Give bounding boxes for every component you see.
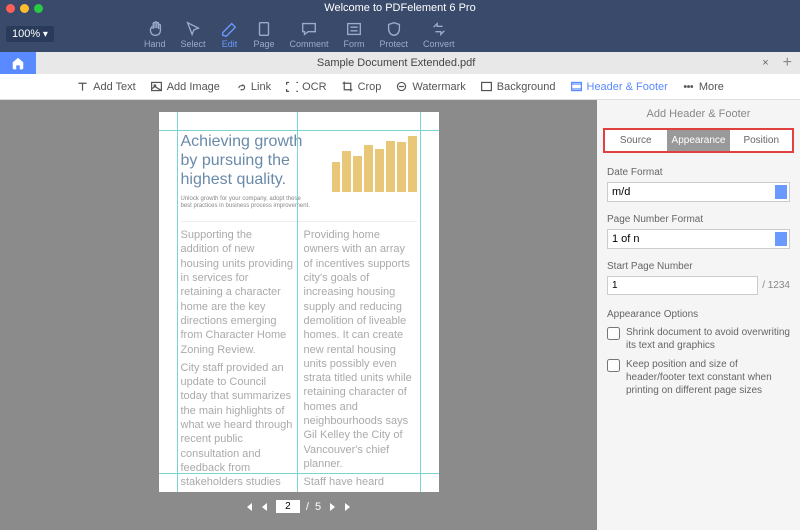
first-page-icon[interactable] (244, 502, 254, 512)
chart-bar (353, 156, 362, 192)
zoom-selector[interactable]: 100% ▾ (6, 26, 54, 42)
page-total: 5 (315, 501, 321, 513)
page-button[interactable]: Page (253, 20, 274, 49)
ocr-button[interactable]: OCR (285, 80, 326, 93)
tab-source[interactable]: Source (605, 130, 667, 151)
watermark-button[interactable]: Watermark (395, 80, 465, 93)
date-format-label: Date Format (607, 167, 790, 178)
chart-bar (386, 141, 395, 192)
chart-bar (397, 142, 406, 192)
next-page-icon[interactable] (327, 502, 337, 512)
home-button[interactable] (0, 52, 36, 74)
window-controls (6, 4, 43, 13)
guide-line (159, 473, 439, 474)
crop-button[interactable]: Crop (341, 80, 382, 93)
edit-button[interactable]: Edit (220, 20, 238, 49)
shrink-option[interactable]: Shrink document to avoid overwriting its… (607, 326, 790, 352)
select-button[interactable]: Select (180, 20, 205, 49)
document-canvas[interactable]: Achieving growth by pursuing the highest… (0, 100, 597, 530)
protect-button[interactable]: Protect (380, 20, 409, 49)
addtext-button[interactable]: Add Text (76, 80, 136, 93)
panel-title: Add Header & Footer (597, 100, 800, 128)
doc-heading: Achieving growth by pursuing the highest… (181, 132, 311, 190)
start-page-label: Start Page Number (607, 261, 790, 272)
link-button[interactable]: Link (234, 80, 271, 93)
keep-position-option[interactable]: Keep position and size of header/footer … (607, 358, 790, 397)
guide-line (420, 112, 421, 492)
tab-position[interactable]: Position (730, 130, 792, 151)
chart-bar (364, 145, 373, 192)
header-footer-panel: Add Header & Footer Source Appearance Po… (597, 100, 800, 530)
edit-sub-toolbar: Add Text Add Image Link OCR Crop Watermark Bac… (0, 74, 800, 100)
start-page-input[interactable] (607, 276, 758, 295)
guide-line (297, 112, 298, 492)
page-navigator: / 5 (244, 500, 353, 513)
tab-close-icon[interactable]: × (756, 57, 774, 69)
bar-chart (332, 132, 417, 192)
tab-title[interactable]: Sample Document Extended.pdf (36, 57, 756, 69)
pdf-page: Achieving growth by pursuing the highest… (159, 112, 439, 492)
pagenum-format-select[interactable]: 1 of n (607, 229, 790, 249)
chart-bar (408, 136, 417, 192)
guide-line (177, 112, 178, 492)
hand-button[interactable]: Hand (144, 20, 166, 49)
headerfooter-button[interactable]: Header & Footer (570, 80, 668, 93)
close-icon[interactable] (6, 4, 15, 13)
last-page-icon[interactable] (343, 502, 353, 512)
appearance-options-label: Appearance Options (607, 309, 790, 320)
shrink-checkbox[interactable] (607, 327, 620, 340)
window-title: Welcome to PDFelement 6 Pro (324, 2, 475, 14)
start-page-hint: / 1234 (762, 280, 790, 291)
tab-add-icon[interactable]: + (775, 54, 800, 72)
chart-bar (332, 162, 341, 192)
keep-position-checkbox[interactable] (607, 359, 620, 372)
doc-subheading: Unlock growth for your company, adopt th… (181, 196, 311, 212)
chart-bar (342, 151, 351, 192)
tab-appearance[interactable]: Appearance (667, 130, 731, 151)
tab-bar: Sample Document Extended.pdf × + (0, 52, 800, 74)
main-toolbar: 100% ▾ Hand Select Edit Page Comment Form Prot… (0, 16, 800, 52)
prev-page-icon[interactable] (260, 502, 270, 512)
date-format-select[interactable]: m/d (607, 182, 790, 202)
page-input[interactable] (276, 500, 300, 513)
doc-body: Supporting the addition of new housing u… (181, 228, 417, 492)
form-button[interactable]: Form (344, 20, 365, 49)
page-sep: / (306, 501, 309, 513)
comment-button[interactable]: Comment (290, 20, 329, 49)
chart-bar (375, 149, 384, 192)
more-button[interactable]: More (682, 80, 724, 93)
pagenum-format-label: Page Number Format (607, 214, 790, 225)
guide-line (159, 130, 439, 131)
minimize-icon[interactable] (20, 4, 29, 13)
background-button[interactable]: Background (480, 80, 556, 93)
convert-button[interactable]: Convert (423, 20, 455, 49)
panel-tabs: Source Appearance Position (603, 128, 794, 153)
addimage-button[interactable]: Add Image (150, 80, 220, 93)
title-bar: Welcome to PDFelement 6 Pro (0, 0, 800, 16)
maximize-icon[interactable] (34, 4, 43, 13)
